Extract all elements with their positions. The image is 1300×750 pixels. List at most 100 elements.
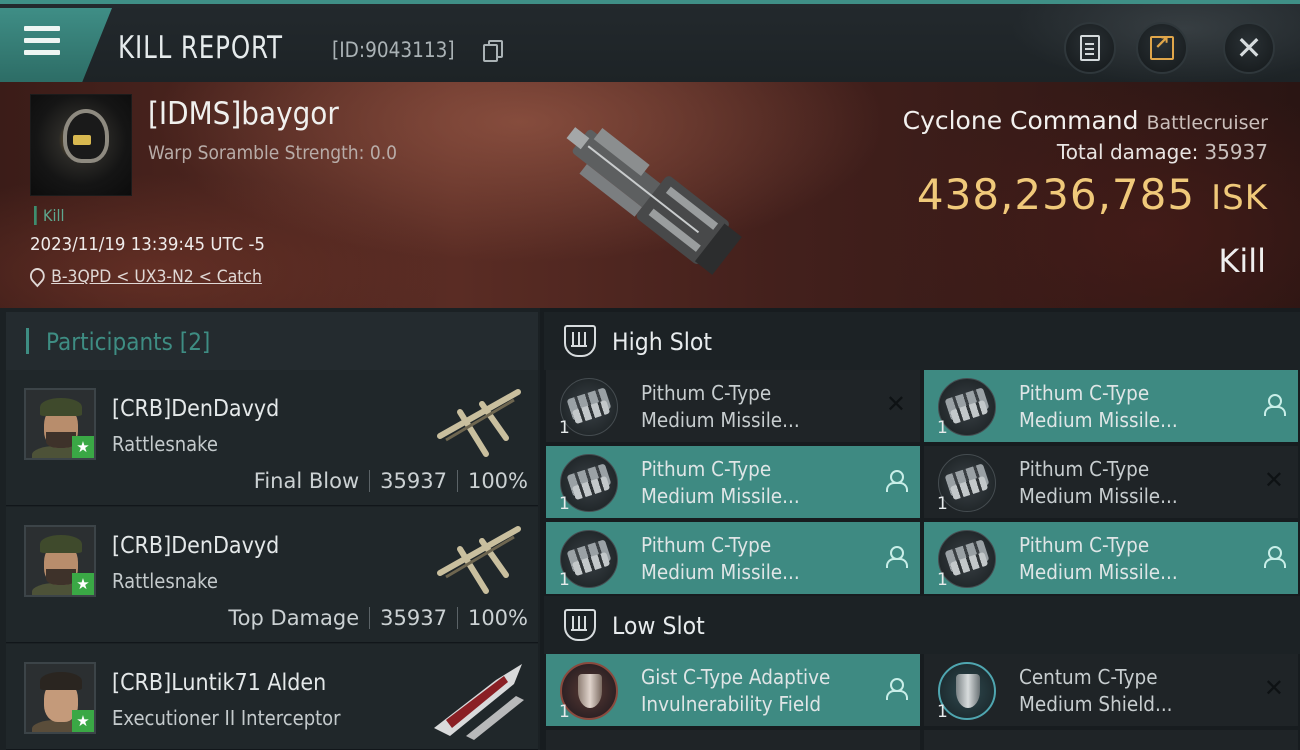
module-slot[interactable]: 1 Pithum C-Type Medium Missile... ✕ — [924, 446, 1298, 518]
fitting-panel: High Slot 1 Pithum C-Type Medium Missile.… — [540, 308, 1300, 750]
victim-portrait[interactable] — [30, 94, 132, 196]
module-qty: 1 — [937, 570, 948, 590]
module-name: Pithum C-Type Medium Missile... — [641, 381, 800, 432]
participant-percent: 100% — [467, 606, 528, 630]
participant-ship: Rattlesnake — [112, 432, 219, 456]
participant-damage: 35937 — [380, 606, 447, 630]
total-damage: Total damage: 35937 — [1057, 140, 1268, 164]
dropped-icon — [1264, 394, 1286, 416]
ship-class: Battlecruiser — [1146, 112, 1268, 134]
dropped-icon — [886, 546, 908, 568]
participants-count: [2] — [179, 328, 211, 356]
module-name: Centum C-Type Medium Shield... — [1019, 665, 1173, 716]
star-icon: ★ — [72, 436, 94, 458]
dropped-icon — [886, 678, 908, 700]
destroyed-icon: ✕ — [1263, 466, 1284, 494]
victim-ship[interactable]: Cyclone Command Battlecruiser — [903, 106, 1268, 135]
module-name: Pithum C-Type Medium Missile... — [641, 457, 800, 508]
avatar[interactable]: ★ — [24, 662, 96, 734]
module-qty: 1 — [559, 418, 570, 438]
participant-ship: Executioner II Interceptor — [112, 706, 341, 730]
low-slot-icon — [564, 609, 596, 641]
high-slot-header: High Slot — [544, 312, 1300, 370]
clipboard-button[interactable] — [1064, 22, 1116, 74]
module-qty: 1 — [937, 418, 948, 438]
top-bar: KILL REPORT [ID:9043113] ✕ — [0, 0, 1300, 86]
kill-datetime: 2023/11/19 13:39:45 UTC -5 — [30, 234, 265, 255]
low-slot-header: Low Slot — [544, 596, 1300, 654]
module-slot[interactable]: 1 Pithum C-Type Medium Missile... — [924, 370, 1298, 442]
close-button[interactable]: ✕ — [1223, 22, 1275, 74]
kill-location[interactable]: B-3QPD < UX3-N2 < Catch — [30, 267, 262, 287]
victim-ship-image[interactable] — [540, 92, 760, 302]
participant-stats: Final Blow 35937 100% — [254, 469, 528, 493]
module-qty: 1 — [559, 494, 570, 514]
low-slot-title: Low Slot — [612, 612, 705, 640]
destroyed-icon: ✕ — [885, 390, 906, 418]
export-icon — [1150, 32, 1174, 60]
participant-card[interactable]: ★ [CRB]DenDavyd Rattlesnake Final Blow 35… — [6, 370, 538, 506]
avatar[interactable]: ★ — [24, 388, 96, 460]
high-slot-title: High Slot — [612, 328, 713, 356]
participant-card[interactable]: ★ [CRB]DenDavyd Rattlesnake Top Damage 35… — [6, 507, 538, 643]
isk-unit: ISK — [1211, 178, 1268, 218]
module-qty: 1 — [937, 702, 948, 722]
total-damage-value: 35937 — [1204, 140, 1268, 164]
module-slot[interactable]: 1 Gist C-Type Adaptive Invulnerability Fi… — [546, 654, 920, 726]
dropped-icon — [1264, 546, 1286, 568]
participant-stats: Top Damage 35937 100% — [228, 606, 528, 630]
header-accent-bar — [26, 328, 29, 354]
module-slot[interactable]: 1 Pithum C-Type Medium Missile... — [546, 522, 920, 594]
module-name: Pithum C-Type Medium Missile... — [1019, 533, 1178, 584]
participant-name: [CRB]Luntik71 Alden — [112, 670, 327, 696]
participant-name: [CRB]DenDavyd — [112, 396, 280, 422]
participant-damage: 35937 — [380, 469, 447, 493]
participants-panel: Participants [2] ★ [CRB]DenDavyd Rattles… — [0, 308, 540, 750]
kill-report-screen: KILL REPORT [ID:9043113] ✕ [IDMS]baygor … — [0, 0, 1300, 750]
module-slot[interactable]: 1 Pithum C-Type Medium Missile... ✕ — [546, 370, 920, 442]
clipboard-icon — [1080, 35, 1100, 61]
total-damage-label: Total damage: — [1056, 140, 1199, 164]
menu-icon[interactable] — [24, 26, 62, 58]
location-pin-icon — [30, 268, 42, 284]
module-qty: 1 — [559, 570, 570, 590]
ship-name: Cyclone Command — [902, 106, 1139, 135]
module-name: Gist C-Type Adaptive Invulnerability Fiel… — [641, 665, 831, 716]
participant-percent: 100% — [467, 469, 528, 493]
participants-label: Participants — [46, 328, 173, 356]
star-icon: ★ — [72, 710, 94, 732]
module-name: Pithum C-Type Medium Missile... — [1019, 381, 1178, 432]
copy-icon[interactable] — [483, 40, 503, 62]
module-slot[interactable]: 1 Centum C-Type Medium Shield... ✕ — [924, 654, 1298, 726]
participant-role: Final Blow — [253, 469, 360, 493]
participant-name: [CRB]DenDavyd — [112, 533, 280, 559]
close-icon: ✕ — [1235, 29, 1263, 67]
module-slot[interactable]: 1 Pithum C-Type Medium Missile... — [546, 446, 920, 518]
module-qty: 1 — [937, 494, 948, 514]
report-id: [ID:9043113] — [332, 38, 455, 62]
participants-title: Participants [2] — [46, 328, 210, 356]
module-qty: 1 — [559, 702, 570, 722]
participant-ship: Rattlesnake — [112, 569, 219, 593]
high-slot-icon — [564, 325, 596, 357]
location-link[interactable]: B-3QPD < UX3-N2 < Catch — [51, 267, 262, 287]
star-icon: ★ — [72, 573, 94, 595]
warp-scramble-strength: Warp Soramble Strength: 0.0 — [148, 142, 398, 164]
participants-header: Participants [2] — [6, 312, 538, 370]
avatar[interactable]: ★ — [24, 525, 96, 597]
module-name: Pithum C-Type Medium Missile... — [1019, 457, 1178, 508]
participant-card[interactable]: ★ [CRB]Luntik71 Alden Executioner II Int… — [6, 644, 538, 750]
dropped-icon — [886, 470, 908, 492]
participant-ship-image — [437, 389, 521, 457]
module-name: Pithum C-Type Medium Missile... — [641, 533, 800, 584]
module-slot[interactable]: 1 Pithum C-Type Medium Missile... — [924, 522, 1298, 594]
isk-value: 438,236,785 ISK — [917, 170, 1268, 219]
victim-name[interactable]: [IDMS]baygor — [148, 96, 339, 132]
kill-status: Kill — [1218, 242, 1266, 280]
export-button[interactable] — [1136, 22, 1188, 74]
isk-amount: 438,236,785 — [916, 170, 1196, 219]
participant-ship-image — [434, 664, 524, 740]
kill-tag: Kill — [34, 206, 64, 225]
module-slot-partial[interactable] — [546, 730, 920, 750]
module-slot-partial[interactable] — [924, 730, 1298, 750]
